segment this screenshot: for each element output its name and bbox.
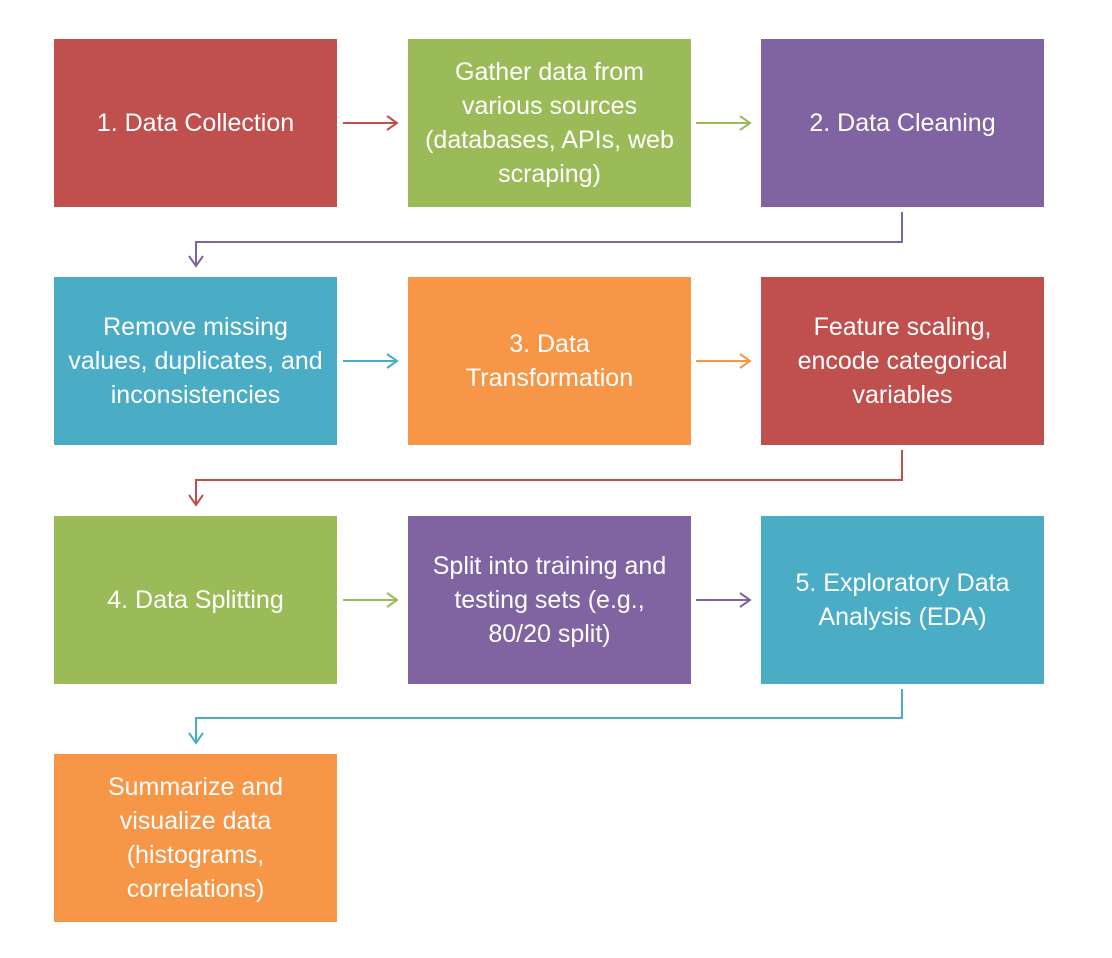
node-label: 5. Exploratory Data Analysis (EDA) xyxy=(795,569,1010,631)
node-label: Summarize and visualize data (histograms… xyxy=(107,773,284,903)
node-summarize: Summarize and visualize data (histograms… xyxy=(54,754,337,922)
node-gather-data: Gather data from various sources (databa… xyxy=(408,39,691,207)
arrow-n5-n6 xyxy=(696,353,752,369)
node-data-collection: 1. Data Collection xyxy=(54,39,337,207)
node-remove-missing: Remove missing values, duplicates, and i… xyxy=(54,277,337,445)
arrow-n9-n10 xyxy=(188,689,903,745)
node-label: 4. Data Splitting xyxy=(107,586,284,614)
node-feature-scaling: Feature scaling, encode categorical vari… xyxy=(761,277,1044,445)
node-label: 2. Data Cleaning xyxy=(809,109,996,137)
arrow-n7-n8 xyxy=(343,592,399,608)
arrow-n1-n2 xyxy=(343,115,399,131)
node-label: Feature scaling, encode categorical vari… xyxy=(797,313,1008,409)
node-label: Split into training and testing sets (e.… xyxy=(432,552,667,648)
arrow-n6-n7 xyxy=(188,450,903,507)
node-data-cleaning: 2. Data Cleaning xyxy=(761,39,1044,207)
node-split-training: Split into training and testing sets (e.… xyxy=(408,516,691,684)
arrow-n8-n9 xyxy=(696,592,752,608)
node-eda: 5. Exploratory Data Analysis (EDA) xyxy=(761,516,1044,684)
node-label: 1. Data Collection xyxy=(96,109,295,137)
node-label: Remove missing values, duplicates, and i… xyxy=(68,313,323,409)
node-data-transformation: 3. Data Transformation xyxy=(408,277,691,445)
node-label: 3. Data Transformation xyxy=(465,330,634,392)
arrow-n4-n5 xyxy=(343,353,399,369)
node-label: Gather data from various sources (databa… xyxy=(425,58,674,188)
node-data-splitting: 4. Data Splitting xyxy=(54,516,337,684)
arrow-n3-n4 xyxy=(188,212,903,268)
arrow-n2-n3 xyxy=(696,115,752,131)
